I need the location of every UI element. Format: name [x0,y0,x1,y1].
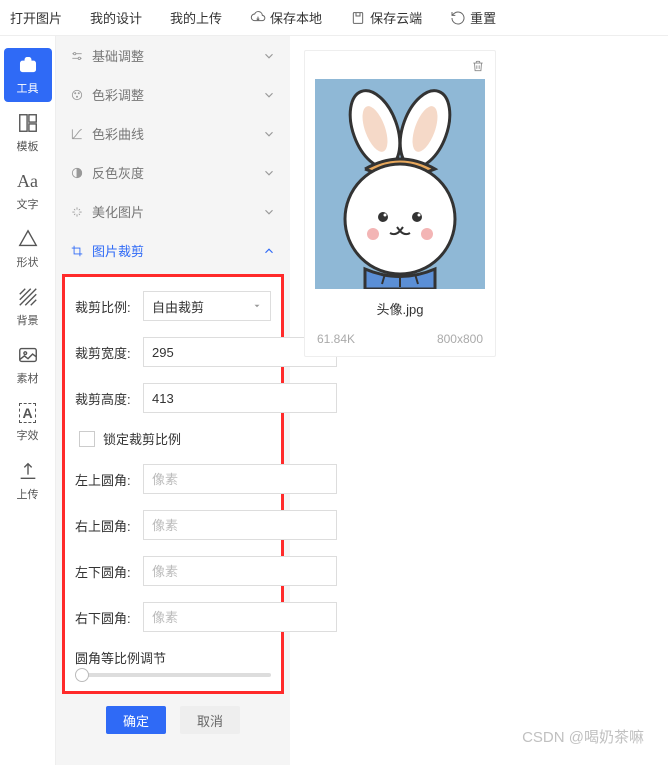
corner-tr-row: 右上圆角: [75,510,271,540]
text-icon: Aa [17,171,38,192]
thumbnail-filename: 头像.jpg [315,299,485,318]
accordion-basic-adjust[interactable]: 基础调整 [56,36,290,75]
crop-ratio-row: 裁剪比例: 自由裁剪 [75,291,271,321]
reset-icon [450,10,466,26]
chevron-down-icon [262,49,276,63]
confirm-button[interactable]: 确定 [106,706,166,734]
upload-icon [17,460,39,482]
delete-button[interactable] [471,59,485,78]
corner-br-label: 右下圆角: [75,608,135,627]
sidebar-item-background[interactable]: 背景 [4,280,52,334]
invert-icon [70,166,84,180]
corner-slider-section: 圆角等比例调节 [75,648,271,677]
sidebar-item-shape[interactable]: 形状 [4,222,52,276]
open-image-menu[interactable]: 打开图片 [10,8,62,27]
thumbnail-image [315,79,485,289]
corner-br-row: 右下圆角: [75,602,271,632]
palette-icon [70,88,84,102]
sidebar-item-material[interactable]: 素材 [4,338,52,392]
corner-tr-label: 右上圆角: [75,516,135,535]
sidebar-item-label: 素材 [17,370,39,386]
main: 工具 模板 Aa 文字 形状 背景 素材 A 字效 上传 [0,36,668,765]
cloud-download-icon [250,10,266,26]
accordion-invert-gray[interactable]: 反色灰度 [56,153,290,192]
thumbnail-dimensions: 800x800 [437,332,483,346]
corner-tl-row: 左上圆角: [75,464,271,494]
accordion-color-curve[interactable]: 色彩曲线 [56,114,290,153]
sidebar-item-label: 形状 [17,254,39,270]
sidebar-item-template[interactable]: 模板 [4,106,52,160]
bunny-illustration [315,79,485,289]
tools-panel: 基础调整 色彩调整 色彩曲线 反色灰度 美化图片 图片裁剪 裁剪比例: [56,36,290,765]
template-icon [17,112,39,134]
crop-height-row: 裁剪高度: [75,383,271,413]
text-effect-icon: A [19,403,35,423]
my-upload-menu[interactable]: 我的上传 [170,8,222,27]
sparkle-icon [70,205,84,219]
sidebar-item-upload[interactable]: 上传 [4,454,52,508]
canvas-area: 头像.jpg 61.84K 800x800 [290,36,668,765]
reset-menu[interactable]: 重置 [450,8,496,27]
panel-buttons: 确定 取消 [56,694,290,746]
crop-icon [70,244,84,258]
sidebar-item-label: 工具 [17,80,39,96]
thumbnail-filesize: 61.84K [317,332,355,346]
accordion-color-adjust[interactable]: 色彩调整 [56,75,290,114]
save-local-menu[interactable]: 保存本地 [250,8,322,27]
corner-bl-label: 左下圆角: [75,562,135,581]
accordion-image-crop[interactable]: 图片裁剪 [56,231,290,270]
chevron-up-icon [262,244,276,258]
thumbnail-card[interactable]: 头像.jpg 61.84K 800x800 [304,50,496,357]
corner-tl-label: 左上圆角: [75,470,135,489]
sidebar: 工具 模板 Aa 文字 形状 背景 素材 A 字效 上传 [0,36,56,765]
caret-down-icon [252,301,262,311]
my-design-menu[interactable]: 我的设计 [90,8,142,27]
save-cloud-menu[interactable]: 保存云端 [350,8,422,27]
crop-width-label: 裁剪宽度: [75,343,135,362]
chevron-down-icon [262,166,276,180]
corner-slider[interactable] [75,673,271,677]
lock-ratio-label: 锁定裁剪比例 [103,429,181,448]
sidebar-item-label: 字效 [17,427,39,443]
lock-ratio-checkbox[interactable] [79,431,95,447]
crop-ratio-label: 裁剪比例: [75,297,135,316]
sliders-icon [70,49,84,63]
chevron-down-icon [262,205,276,219]
accordion-beautify[interactable]: 美化图片 [56,192,290,231]
chevron-down-icon [262,88,276,102]
lock-ratio-row: 锁定裁剪比例 [75,429,271,448]
crop-ratio-select[interactable]: 自由裁剪 [143,291,271,321]
crop-height-label: 裁剪高度: [75,389,135,408]
trash-icon [471,59,485,73]
sidebar-item-tools[interactable]: 工具 [4,48,52,102]
chevron-down-icon [262,127,276,141]
toolbox-icon [17,54,39,76]
corner-bl-row: 左下圆角: [75,556,271,586]
cancel-button[interactable]: 取消 [180,706,240,734]
sidebar-item-label: 背景 [17,312,39,328]
sidebar-item-text-effect[interactable]: A 字效 [4,396,52,450]
sidebar-item-label: 上传 [17,486,39,502]
shape-icon [17,228,39,250]
crop-panel: 裁剪比例: 自由裁剪 裁剪宽度: 裁剪高度: 锁定裁剪比例 左上圆角: [62,274,284,694]
sidebar-item-label: 模板 [17,138,39,154]
curve-icon [70,127,84,141]
sidebar-item-label: 文字 [17,196,39,212]
topbar: 打开图片 我的设计 我的上传 保存本地 保存云端 重置 [0,0,668,36]
save-cloud-icon [350,10,366,26]
material-icon [17,344,39,366]
thumbnail-meta: 61.84K 800x800 [315,332,485,346]
sidebar-item-text[interactable]: Aa 文字 [4,164,52,218]
background-icon [17,286,39,308]
watermark: CSDN @喝奶茶嘛 [522,726,644,747]
crop-width-row: 裁剪宽度: [75,337,271,367]
corner-slider-thumb[interactable] [75,668,89,682]
corner-slider-label: 圆角等比例调节 [75,648,271,667]
